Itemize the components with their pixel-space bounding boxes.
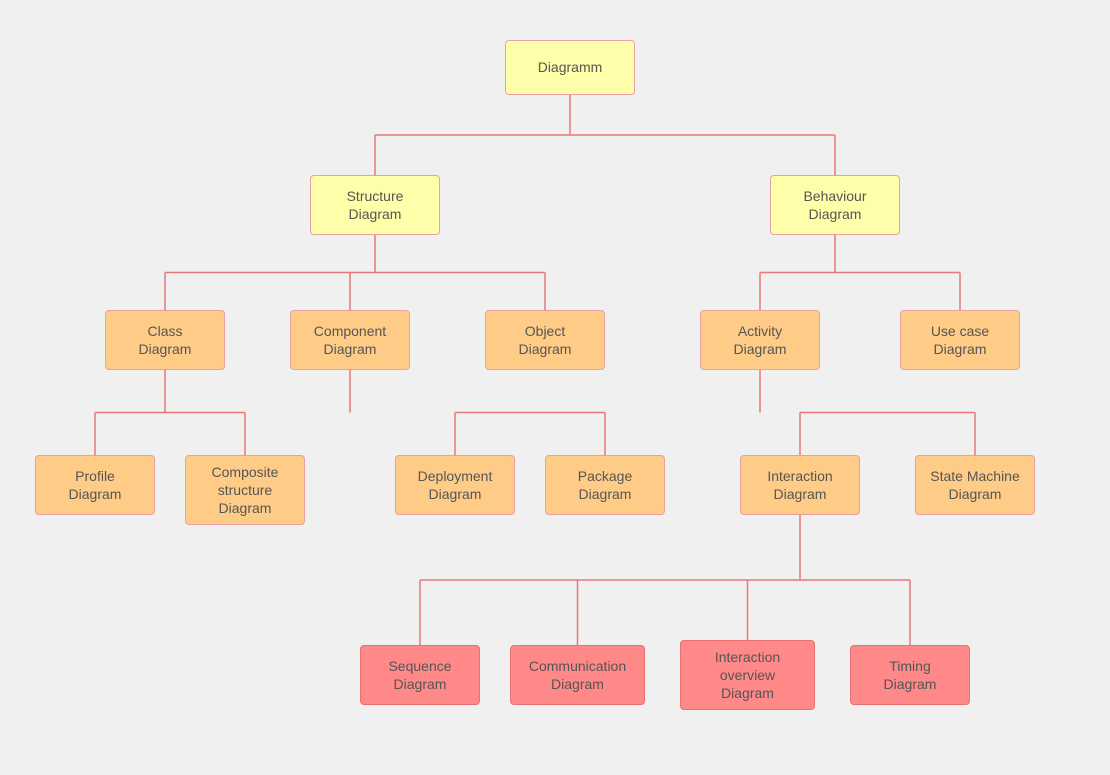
- node-class: ClassDiagram: [105, 310, 225, 370]
- node-profile: ProfileDiagram: [35, 455, 155, 515]
- node-composite: CompositestructureDiagram: [185, 455, 305, 525]
- node-timing: TimingDiagram: [850, 645, 970, 705]
- node-package: PackageDiagram: [545, 455, 665, 515]
- node-usecase: Use caseDiagram: [900, 310, 1020, 370]
- node-interaction: InteractionDiagram: [740, 455, 860, 515]
- node-object: ObjectDiagram: [485, 310, 605, 370]
- node-component: ComponentDiagram: [290, 310, 410, 370]
- node-diagramm: Diagramm: [505, 40, 635, 95]
- node-communication: CommunicationDiagram: [510, 645, 645, 705]
- node-behaviour: BehaviourDiagram: [770, 175, 900, 235]
- node-deployment: DeploymentDiagram: [395, 455, 515, 515]
- node-statemachine: State MachineDiagram: [915, 455, 1035, 515]
- node-structure: StructureDiagram: [310, 175, 440, 235]
- diagram-container: Diagramm StructureDiagram BehaviourDiagram…: [0, 0, 1110, 775]
- node-sequence: SequenceDiagram: [360, 645, 480, 705]
- node-activity: ActivityDiagram: [700, 310, 820, 370]
- node-interactionoverview: InteractionoverviewDiagram: [680, 640, 815, 710]
